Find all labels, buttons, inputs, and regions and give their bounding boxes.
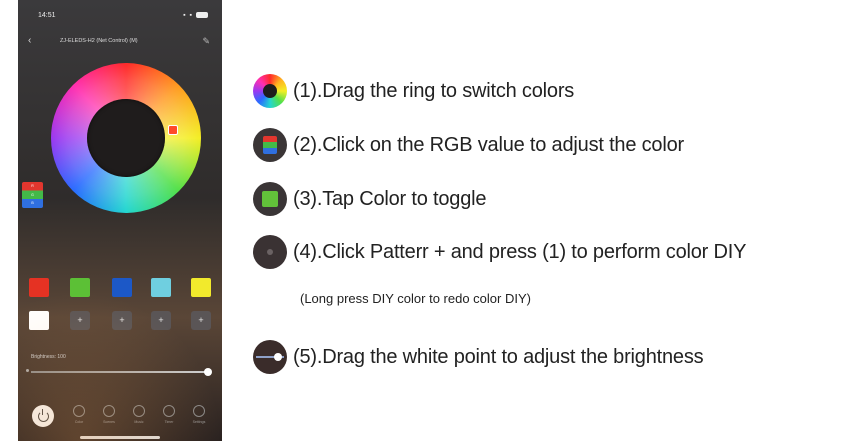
rgb-icon (253, 128, 287, 162)
wheel-center-preview (87, 99, 165, 177)
rgb-g-label: G (31, 192, 34, 197)
instruction-note: (Long press DIY color to redo color DIY) (300, 291, 531, 306)
instruction-1: (1).Drag the ring to switch colors (253, 72, 833, 112)
green-swatch-icon (253, 182, 287, 216)
pattern-add-button[interactable]: + (70, 311, 90, 330)
brightness-min-icon (26, 369, 29, 372)
timer-tab-icon (163, 405, 175, 417)
tab-label: Color (74, 420, 84, 424)
scenes-tab-icon (103, 405, 115, 417)
tab-label: Music (134, 420, 144, 424)
tab-music[interactable]: Music (128, 405, 150, 431)
edit-icon[interactable]: ✎ (202, 36, 210, 47)
tab-scenes[interactable]: Scenes (98, 405, 120, 431)
status-time: 14:51 (38, 12, 56, 19)
settings-tab-icon (193, 405, 205, 417)
rgb-value-button[interactable]: R G B (22, 182, 43, 208)
color-swatch-cyan[interactable] (151, 278, 171, 297)
back-icon[interactable]: ‹ (28, 36, 31, 46)
instruction-4-text: (4).Click Patterr + and press (1) to per… (293, 241, 747, 263)
color-ring-icon (253, 74, 287, 108)
color-swatch-green[interactable] (70, 278, 90, 297)
device-title: ZJ-ELEDS-H2 (Net Control) (M) (60, 38, 138, 44)
battery-icon (196, 12, 208, 19)
color-tab-icon (73, 405, 85, 417)
color-swatch-blue[interactable] (112, 278, 132, 297)
pattern-add-button[interactable]: + (112, 311, 132, 330)
rgb-r-label: R (31, 184, 34, 188)
brightness-label: Brightness: 100 (31, 354, 66, 360)
tab-label: Settings (192, 420, 206, 424)
instruction-2: (2).Click on the RGB value to adjust the… (253, 126, 833, 166)
rgb-b-label: B (31, 201, 34, 206)
home-indicator[interactable] (80, 436, 160, 439)
phone-screen: 14:51 ▪ ▪ ‹ ZJ-ELEDS-H2 (Net Control) (M… (18, 0, 222, 441)
ring-handle[interactable] (168, 125, 178, 135)
instruction-3: (3).Tap Color to toggle (253, 180, 833, 220)
color-swatch-white[interactable] (29, 311, 49, 330)
signal-icon: ▪ ▪ (183, 12, 194, 19)
instruction-2-text: (2).Click on the RGB value to adjust the… (293, 134, 684, 156)
instruction-1-text: (1).Drag the ring to switch colors (293, 80, 575, 102)
tab-settings[interactable]: Settings (188, 405, 210, 431)
pattern-add-button[interactable]: + (151, 311, 171, 330)
color-swatch-yellow[interactable] (191, 278, 211, 297)
pattern-add-button[interactable]: + (191, 311, 211, 330)
nav-bar: ‹ ZJ-ELEDS-H2 (Net Control) (M) ✎ (18, 35, 222, 49)
brightness-slider-thumb[interactable] (204, 368, 212, 376)
power-button[interactable] (32, 405, 54, 427)
tab-label: Timer (164, 420, 174, 424)
power-icon (37, 408, 49, 422)
status-bar: 14:51 ▪ ▪ (38, 12, 208, 24)
music-tab-icon (133, 405, 145, 417)
brightness-slider-icon (253, 340, 287, 374)
tab-label: Scenes (103, 420, 115, 424)
instruction-5: (5).Drag the white point to adjust the b… (253, 338, 833, 378)
color-wheel[interactable] (51, 63, 201, 213)
pattern-add-icon (253, 235, 287, 269)
color-swatch-red[interactable] (29, 278, 49, 297)
instruction-3-text: (3).Tap Color to toggle (293, 188, 487, 210)
brightness-slider-track[interactable] (31, 371, 208, 373)
tab-color[interactable]: Color (68, 405, 90, 431)
instruction-4: (4).Click Patterr + and press (1) to per… (253, 233, 833, 273)
tab-timer[interactable]: Timer (158, 405, 180, 431)
status-icons: ▪ ▪ (183, 12, 208, 19)
instruction-5-text: (5).Drag the white point to adjust the b… (293, 346, 704, 368)
